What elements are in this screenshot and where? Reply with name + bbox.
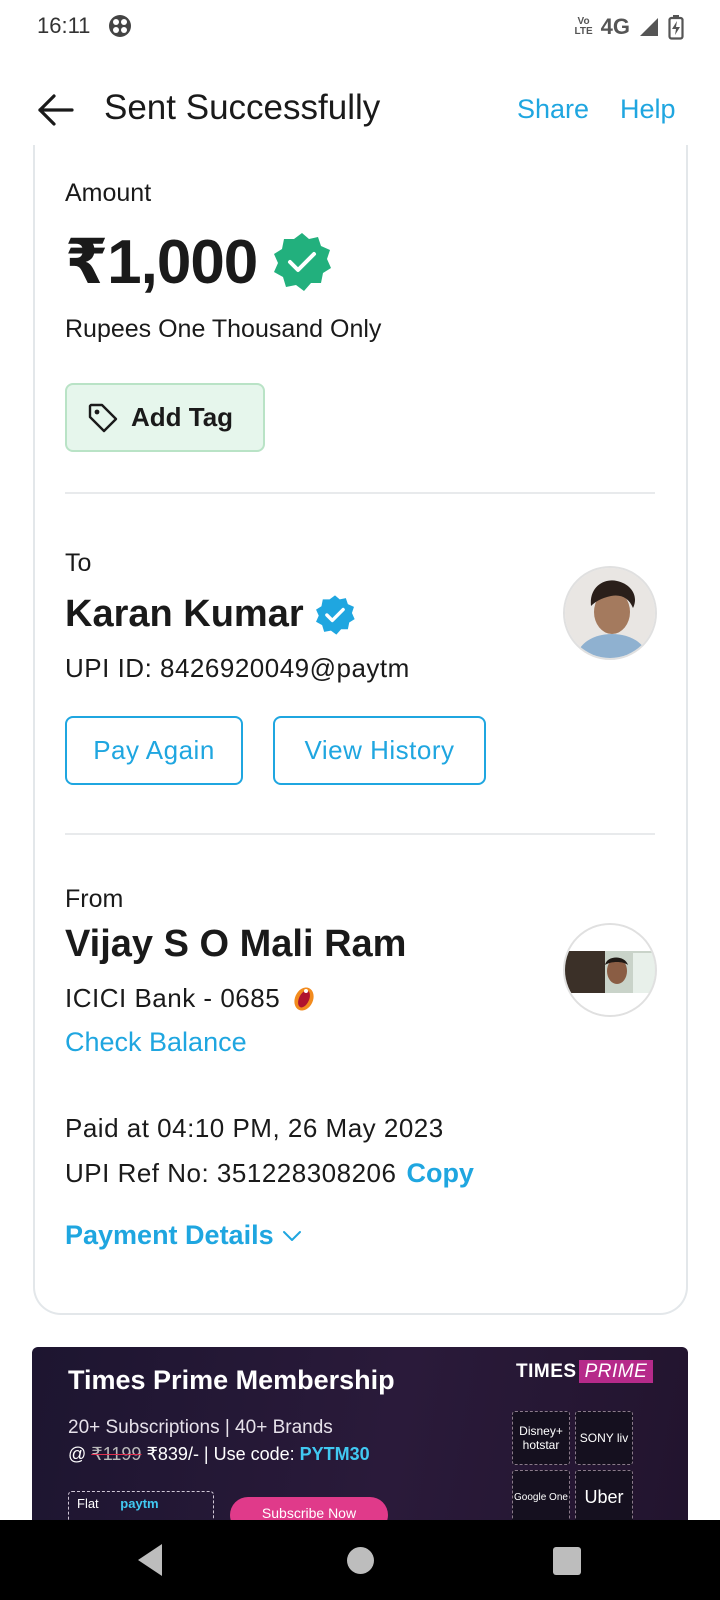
amount-in-words: Rupees One Thousand Only xyxy=(65,315,382,343)
status-time: 16:11 xyxy=(37,13,91,38)
divider xyxy=(65,492,655,494)
times-prime-logo-prime: PRIME xyxy=(578,1360,654,1383)
flat-cashback-box: Flat paytm xyxy=(68,1491,214,1520)
upi-ref-number: UPI Ref No: 351228308206 xyxy=(65,1158,397,1188)
times-prime-banner[interactable]: Times Prime Membership 20+ Subscriptions… xyxy=(32,1347,688,1520)
add-tag-label: Add Tag xyxy=(131,402,234,432)
times-prime-logo: TIMES PRIME xyxy=(516,1360,654,1383)
recipient-avatar[interactable] xyxy=(563,566,657,660)
signal-icon xyxy=(640,18,658,36)
google-one-logo: Google One xyxy=(512,1470,570,1520)
banner-price-line: @ ₹1199 ₹839/- | Use code: PYTM30 xyxy=(68,1444,370,1465)
view-history-button[interactable]: View History xyxy=(273,716,486,785)
volte-icon: Vo LTE xyxy=(574,16,593,37)
help-button[interactable]: Help xyxy=(620,94,676,125)
uber-logo: Uber xyxy=(575,1470,633,1520)
sonyliv-logo: SONY liv xyxy=(575,1411,633,1465)
sender-name: Vijay S O Mali Ram xyxy=(65,923,407,965)
battery-charging-icon xyxy=(668,15,684,40)
recipient-upi-id: UPI ID: 8426920049@paytm xyxy=(65,653,410,683)
payment-details-toggle[interactable]: Payment Details xyxy=(65,1220,302,1251)
icici-logo-icon xyxy=(294,986,314,1011)
new-price: ₹839/- | Use code: xyxy=(141,1444,300,1464)
divider xyxy=(65,833,655,835)
amount-label: Amount xyxy=(65,179,152,207)
chevron-down-icon xyxy=(282,1230,301,1241)
verified-badge-icon xyxy=(315,594,355,635)
banner-title: Times Prime Membership xyxy=(68,1365,395,1395)
banner-subtitle: 20+ Subscriptions | 40+ Brands xyxy=(68,1417,333,1438)
pay-again-button[interactable]: Pay Again xyxy=(65,716,243,785)
copy-ref-button[interactable]: Copy xyxy=(406,1158,474,1189)
system-nav-bar xyxy=(0,1520,720,1600)
amount-row: ₹1,000 xyxy=(65,225,333,298)
sender-bank: ICICI Bank - 0685 xyxy=(65,983,281,1013)
recipient-name-row: Karan Kumar xyxy=(65,593,356,636)
page-title: Sent Successfully xyxy=(104,88,381,127)
network-type: 4G xyxy=(600,14,630,39)
arrow-left-icon[interactable] xyxy=(34,88,78,132)
paid-at-text: Paid at 04:10 PM, 26 May 2023 xyxy=(65,1113,444,1143)
price-prefix: @ xyxy=(68,1444,92,1464)
hotstar-logo: Disney+ hotstar xyxy=(512,1411,570,1465)
app-icon xyxy=(109,15,131,37)
payment-details-label: Payment Details xyxy=(65,1220,274,1250)
recipient-photo xyxy=(565,568,655,658)
app-header: Sent Successfully Share Help xyxy=(0,70,720,150)
sender-bank-row: ICICI Bank - 0685 xyxy=(65,983,316,1014)
upi-ref-row: UPI Ref No: 351228308206 Copy xyxy=(65,1158,474,1189)
add-tag-button[interactable]: Add Tag xyxy=(65,383,265,452)
share-button[interactable]: Share xyxy=(517,94,589,125)
receipt-card: Amount ₹1,000 Rupees One Thousand Only A… xyxy=(33,145,688,1315)
sender-avatar[interactable] xyxy=(563,923,657,1017)
amount-value: ₹1,000 xyxy=(65,228,258,297)
status-right-icons: Vo LTE 4G xyxy=(574,12,684,42)
paytm-mini-logo: paytm xyxy=(120,1496,159,1511)
tag-icon xyxy=(88,403,118,432)
to-label: To xyxy=(65,549,92,577)
nav-back-icon[interactable] xyxy=(136,1542,164,1578)
promo-code: PYTM30 xyxy=(299,1444,370,1464)
payment-success-screen: 16:11 VoLTE 4G Sent Successfully Share xyxy=(0,0,720,1600)
times-prime-logo-text: TIMES xyxy=(516,1361,577,1382)
subscribe-now-button[interactable]: Subscribe Now xyxy=(230,1497,388,1520)
sender-photo xyxy=(565,925,655,1015)
flat-label: Flat xyxy=(77,1496,99,1511)
nav-recents-icon[interactable] xyxy=(553,1547,581,1575)
old-price: ₹1199 xyxy=(91,1444,142,1464)
recipient-name: Karan Kumar xyxy=(65,593,304,635)
nav-home-icon[interactable] xyxy=(347,1547,374,1574)
from-label: From xyxy=(65,885,124,913)
status-bar: 16:11 Vo LTE 4G xyxy=(0,0,720,54)
verified-badge-icon xyxy=(274,232,332,291)
check-balance-link[interactable]: Check Balance xyxy=(65,1027,247,1058)
